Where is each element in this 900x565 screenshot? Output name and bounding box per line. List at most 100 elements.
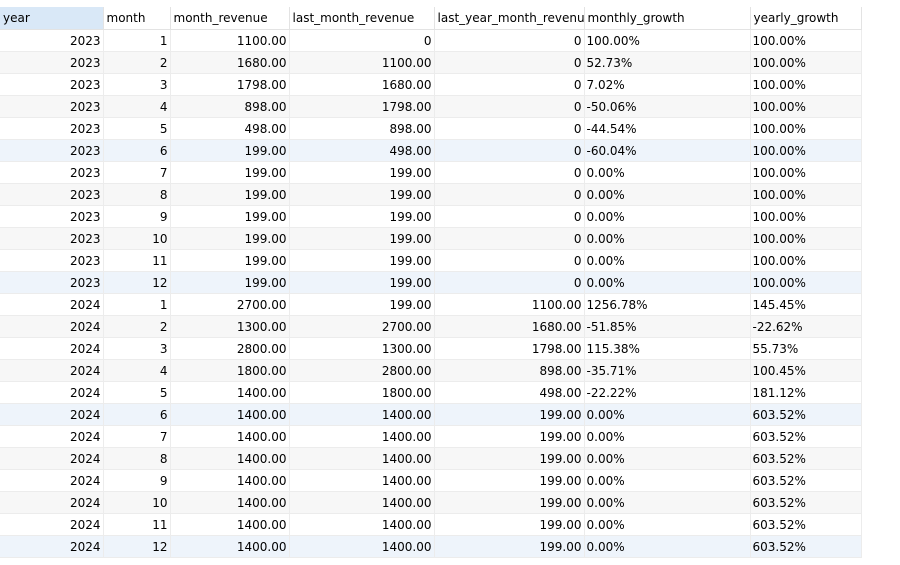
cell-monthly-growth[interactable]: 0.00% (584, 491, 751, 514)
cell-monthly-growth[interactable]: -22.22% (584, 381, 751, 404)
cell-yearly-growth[interactable]: 100.00% (750, 117, 862, 140)
cell-monthly-growth[interactable]: -51.85% (584, 315, 751, 338)
table-row[interactable]: 2024 12 1400.00 1400.00 199.00 0.00% 603.52% (0, 535, 862, 558)
cell-yearly-growth[interactable]: 100.00% (750, 271, 862, 294)
cell-last-month-revenue[interactable]: 2800.00 (289, 359, 435, 382)
cell-year[interactable]: 2023 (0, 249, 104, 272)
cell-monthly-growth[interactable]: -44.54% (584, 117, 751, 140)
cell-last-month-revenue[interactable]: 2700.00 (289, 315, 435, 338)
column-header-month[interactable]: month (103, 7, 171, 30)
cell-last-month-revenue[interactable]: 0 (289, 29, 435, 52)
cell-year[interactable]: 2023 (0, 95, 104, 118)
cell-monthly-growth[interactable]: -60.04% (584, 139, 751, 162)
cell-yearly-growth[interactable]: 181.12% (750, 381, 862, 404)
cell-last-year-month-revenue[interactable]: 0 (434, 271, 585, 294)
cell-yearly-growth[interactable]: 100.00% (750, 73, 862, 96)
cell-month-revenue[interactable]: 1400.00 (170, 535, 290, 558)
table-row[interactable]: 2023 12 199.00 199.00 0 0.00% 100.00% (0, 271, 862, 294)
cell-last-year-month-revenue[interactable]: 199.00 (434, 535, 585, 558)
cell-last-month-revenue[interactable]: 1400.00 (289, 469, 435, 492)
table-row[interactable]: 2023 3 1798.00 1680.00 0 7.02% 100.00% (0, 73, 862, 96)
cell-yearly-growth[interactable]: 100.00% (750, 205, 862, 228)
cell-monthly-growth[interactable]: 0.00% (584, 469, 751, 492)
table-row[interactable]: 2023 9 199.00 199.00 0 0.00% 100.00% (0, 205, 862, 228)
cell-month-revenue[interactable]: 199.00 (170, 271, 290, 294)
cell-month[interactable]: 1 (103, 29, 171, 52)
cell-yearly-growth[interactable]: 603.52% (750, 447, 862, 470)
cell-last-month-revenue[interactable]: 199.00 (289, 271, 435, 294)
table-row[interactable]: 2024 7 1400.00 1400.00 199.00 0.00% 603.52% (0, 425, 862, 448)
table-row[interactable]: 2023 6 199.00 498.00 0 -60.04% 100.00% (0, 139, 862, 162)
cell-last-year-month-revenue[interactable]: 0 (434, 183, 585, 206)
cell-yearly-growth[interactable]: 55.73% (750, 337, 862, 360)
cell-month-revenue[interactable]: 2800.00 (170, 337, 290, 360)
cell-month[interactable]: 7 (103, 425, 171, 448)
cell-month[interactable]: 4 (103, 359, 171, 382)
cell-month[interactable]: 6 (103, 403, 171, 426)
table-row[interactable]: 2023 1 1100.00 0 0 100.00% 100.00% (0, 29, 862, 52)
cell-month-revenue[interactable]: 199.00 (170, 139, 290, 162)
cell-last-month-revenue[interactable]: 199.00 (289, 227, 435, 250)
cell-year[interactable]: 2023 (0, 271, 104, 294)
cell-monthly-growth[interactable]: 0.00% (584, 513, 751, 536)
cell-last-month-revenue[interactable]: 1400.00 (289, 447, 435, 470)
cell-month[interactable]: 7 (103, 161, 171, 184)
cell-last-month-revenue[interactable]: 1400.00 (289, 535, 435, 558)
cell-month-revenue[interactable]: 199.00 (170, 161, 290, 184)
cell-yearly-growth[interactable]: 603.52% (750, 491, 862, 514)
table-row[interactable]: 2023 7 199.00 199.00 0 0.00% 100.00% (0, 161, 862, 184)
cell-last-month-revenue[interactable]: 1400.00 (289, 425, 435, 448)
cell-yearly-growth[interactable]: 100.45% (750, 359, 862, 382)
cell-yearly-growth[interactable]: 145.45% (750, 293, 862, 316)
cell-last-year-month-revenue[interactable]: 498.00 (434, 381, 585, 404)
cell-last-month-revenue[interactable]: 1400.00 (289, 513, 435, 536)
cell-yearly-growth[interactable]: 603.52% (750, 469, 862, 492)
cell-month-revenue[interactable]: 199.00 (170, 183, 290, 206)
table-row[interactable]: 2024 8 1400.00 1400.00 199.00 0.00% 603.52% (0, 447, 862, 470)
cell-last-month-revenue[interactable]: 1400.00 (289, 491, 435, 514)
cell-last-year-month-revenue[interactable]: 199.00 (434, 491, 585, 514)
cell-year[interactable]: 2024 (0, 447, 104, 470)
cell-last-month-revenue[interactable]: 199.00 (289, 205, 435, 228)
cell-month[interactable]: 3 (103, 337, 171, 360)
cell-month-revenue[interactable]: 199.00 (170, 205, 290, 228)
table-row[interactable]: 2023 4 898.00 1798.00 0 -50.06% 100.00% (0, 95, 862, 118)
cell-month-revenue[interactable]: 1400.00 (170, 469, 290, 492)
cell-last-year-month-revenue[interactable]: 1100.00 (434, 293, 585, 316)
cell-yearly-growth[interactable]: 100.00% (750, 95, 862, 118)
cell-monthly-growth[interactable]: 0.00% (584, 535, 751, 558)
table-row[interactable]: 2024 3 2800.00 1300.00 1798.00 115.38% 55.73% (0, 337, 862, 360)
column-header-last-year-month-revenue[interactable]: last_year_month_revenue (434, 7, 585, 30)
cell-year[interactable]: 2023 (0, 117, 104, 140)
table-row[interactable]: 2024 10 1400.00 1400.00 199.00 0.00% 603.52% (0, 491, 862, 514)
cell-month[interactable]: 5 (103, 117, 171, 140)
table-row[interactable]: 2023 8 199.00 199.00 0 0.00% 100.00% (0, 183, 862, 206)
cell-month[interactable]: 1 (103, 293, 171, 316)
cell-month-revenue[interactable]: 898.00 (170, 95, 290, 118)
cell-monthly-growth[interactable]: -35.71% (584, 359, 751, 382)
column-header-month-revenue[interactable]: month_revenue (170, 7, 290, 30)
cell-yearly-growth[interactable]: 100.00% (750, 227, 862, 250)
cell-last-year-month-revenue[interactable]: 199.00 (434, 425, 585, 448)
cell-monthly-growth[interactable]: 1256.78% (584, 293, 751, 316)
cell-monthly-growth[interactable]: 52.73% (584, 51, 751, 74)
cell-last-year-month-revenue[interactable]: 199.00 (434, 447, 585, 470)
cell-monthly-growth[interactable]: 0.00% (584, 161, 751, 184)
cell-month-revenue[interactable]: 1400.00 (170, 513, 290, 536)
cell-month-revenue[interactable]: 1400.00 (170, 403, 290, 426)
cell-month-revenue[interactable]: 1680.00 (170, 51, 290, 74)
cell-month[interactable]: 10 (103, 491, 171, 514)
cell-last-month-revenue[interactable]: 1300.00 (289, 337, 435, 360)
cell-last-month-revenue[interactable]: 1100.00 (289, 51, 435, 74)
cell-year[interactable]: 2023 (0, 227, 104, 250)
cell-month-revenue[interactable]: 1798.00 (170, 73, 290, 96)
cell-last-year-month-revenue[interactable]: 0 (434, 249, 585, 272)
cell-yearly-growth[interactable]: 100.00% (750, 51, 862, 74)
cell-last-month-revenue[interactable]: 898.00 (289, 117, 435, 140)
cell-yearly-growth[interactable]: 100.00% (750, 139, 862, 162)
cell-year[interactable]: 2023 (0, 73, 104, 96)
table-row[interactable]: 2024 1 2700.00 199.00 1100.00 1256.78% 145.45% (0, 293, 862, 316)
cell-month-revenue[interactable]: 1400.00 (170, 425, 290, 448)
table-row[interactable]: 2024 9 1400.00 1400.00 199.00 0.00% 603.52% (0, 469, 862, 492)
cell-monthly-growth[interactable]: 7.02% (584, 73, 751, 96)
